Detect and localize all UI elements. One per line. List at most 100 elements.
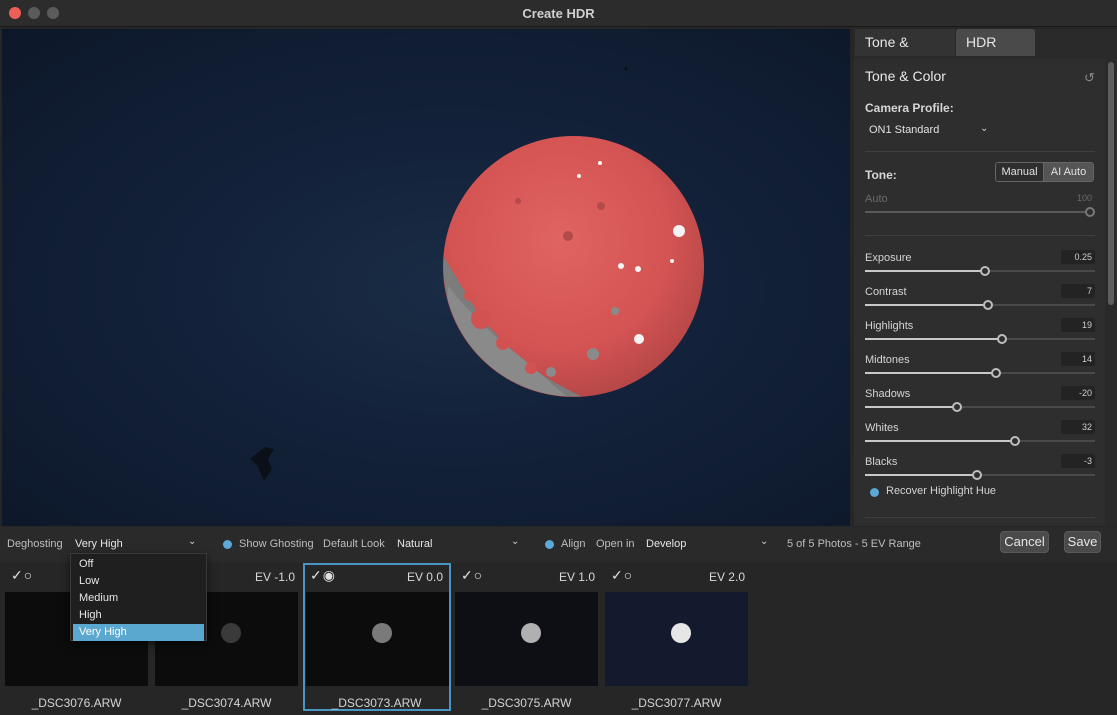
ev-label: EV 1.0 bbox=[558, 570, 595, 584]
slider-track bbox=[865, 300, 1095, 310]
chevron-down-icon[interactable]: ⌄ bbox=[188, 536, 196, 547]
slider-label: Midtones bbox=[865, 354, 910, 366]
slider-value: 100 bbox=[1076, 193, 1092, 203]
ev-label: EV 2.0 bbox=[708, 570, 745, 584]
slider-track bbox=[865, 436, 1095, 446]
slider-label: Highlights bbox=[865, 320, 914, 332]
hdr-preview[interactable] bbox=[2, 29, 850, 526]
tone-mode-toggle: Manual AI Auto bbox=[995, 162, 1094, 182]
tone-mode-ai-auto[interactable]: AI Auto bbox=[1044, 163, 1093, 181]
panel-scrollbar[interactable] bbox=[1107, 59, 1115, 526]
slider-knob[interactable] bbox=[971, 470, 982, 480]
auto-slider[interactable]: Auto 100 bbox=[865, 193, 1095, 225]
slider-value[interactable]: -20 bbox=[1061, 386, 1095, 400]
divider bbox=[865, 235, 1095, 236]
slider-knob[interactable] bbox=[991, 368, 1002, 378]
check-circle-icon[interactable]: ✓◉ bbox=[310, 567, 336, 584]
slider-track bbox=[865, 368, 1095, 378]
slider-fill bbox=[865, 270, 985, 272]
slider-value[interactable]: 19 bbox=[1061, 318, 1095, 332]
window-title: Create HDR bbox=[522, 6, 595, 21]
chevron-down-icon[interactable]: ⌄ bbox=[511, 536, 519, 547]
film-filename: _DSC3073.ARW bbox=[331, 696, 422, 710]
moon-thumbnail bbox=[372, 623, 392, 643]
menu-item-medium[interactable]: Medium bbox=[71, 590, 206, 607]
save-button[interactable]: Save bbox=[1064, 531, 1101, 553]
slider-track bbox=[865, 402, 1095, 412]
tab-hdr-look[interactable]: HDR Look bbox=[956, 29, 1035, 77]
slider-label: Whites bbox=[865, 422, 899, 434]
slider-contrast[interactable]: Contrast 7 bbox=[865, 284, 1095, 318]
slider-knob[interactable] bbox=[1009, 436, 1020, 446]
slider-fill bbox=[865, 372, 997, 374]
slider-value[interactable]: 14 bbox=[1061, 352, 1095, 366]
camera-profile-label: Camera Profile: bbox=[865, 101, 954, 115]
slider-track bbox=[865, 207, 1095, 217]
slider-whites[interactable]: Whites 32 bbox=[865, 420, 1095, 454]
slider-shadows[interactable]: Shadows -20 bbox=[865, 386, 1095, 420]
slider-highlights[interactable]: Highlights 19 bbox=[865, 318, 1095, 352]
slider-fill bbox=[865, 474, 977, 476]
tone-mode-manual[interactable]: Manual bbox=[996, 163, 1044, 181]
moon-thumbnail bbox=[521, 623, 541, 643]
show-ghosting-toggle[interactable] bbox=[223, 540, 232, 549]
moon-image bbox=[443, 136, 704, 397]
scrollbar-thumb[interactable] bbox=[1108, 62, 1114, 305]
slider-label: Shadows bbox=[865, 388, 911, 400]
ev-label: EV -1.0 bbox=[254, 570, 295, 584]
film-filename: _DSC3077.ARW bbox=[631, 696, 722, 710]
slider-exposure[interactable]: Exposure 0.25 bbox=[865, 250, 1095, 284]
film-filename: _DSC3074.ARW bbox=[181, 696, 272, 710]
check-circle-icon[interactable]: ✓○ bbox=[11, 567, 33, 584]
moon-thumbnail bbox=[221, 623, 241, 643]
slider-value[interactable]: -3 bbox=[1061, 454, 1095, 468]
show-ghosting-label: Show Ghosting bbox=[239, 538, 314, 550]
film-thumbnail bbox=[605, 592, 748, 686]
check-circle-icon[interactable]: ✓○ bbox=[611, 567, 633, 584]
menu-item-low[interactable]: Low bbox=[71, 573, 206, 590]
menu-item-very-high[interactable]: Very High bbox=[73, 624, 204, 641]
deghosting-select[interactable]: Very High bbox=[75, 538, 123, 550]
slider-label: Auto bbox=[865, 193, 888, 205]
slider-knob[interactable] bbox=[952, 402, 962, 412]
film-item[interactable]: ✓○ EV 1.0 _DSC3075.ARW bbox=[455, 563, 601, 713]
title-bar: Create HDR bbox=[0, 0, 1117, 27]
slider-fill bbox=[865, 211, 1095, 213]
slider-value[interactable]: 0.25 bbox=[1061, 250, 1095, 264]
camera-profile-value[interactable]: ON1 Standard bbox=[869, 124, 939, 136]
align-toggle[interactable] bbox=[545, 540, 554, 549]
cancel-button[interactable]: Cancel bbox=[1000, 531, 1049, 553]
ev-label: EV 0.0 bbox=[406, 570, 443, 584]
film-item-selected[interactable]: ✓◉ EV 0.0 _DSC3073.ARW bbox=[303, 563, 451, 711]
slider-midtones[interactable]: Midtones 14 bbox=[865, 352, 1095, 386]
film-item[interactable]: ✓○ EV 2.0 _DSC3077.ARW bbox=[605, 563, 751, 713]
recover-highlight-hue-label: Recover Highlight Hue bbox=[886, 485, 997, 497]
slider-value[interactable]: 32 bbox=[1061, 420, 1095, 434]
slider-blacks[interactable]: Blacks -3 bbox=[865, 454, 1095, 488]
slider-knob[interactable] bbox=[979, 266, 990, 276]
chevron-down-icon[interactable]: ⌄ bbox=[760, 536, 768, 547]
moon-ghost-overlay bbox=[443, 136, 704, 397]
slider-label: Exposure bbox=[865, 252, 912, 264]
slider-knob[interactable] bbox=[996, 334, 1007, 344]
slider-track bbox=[865, 266, 1095, 276]
slider-value[interactable]: 7 bbox=[1061, 284, 1095, 298]
film-thumbnail bbox=[306, 592, 449, 686]
reset-icon[interactable]: ↺ bbox=[1084, 70, 1095, 86]
slider-label: Blacks bbox=[865, 456, 898, 468]
menu-item-high[interactable]: High bbox=[71, 607, 206, 624]
adjustments-panel: Tone & Color HDR Look Tone & Color ↺ Cam… bbox=[854, 29, 1117, 526]
recover-highlight-hue-toggle[interactable] bbox=[870, 488, 879, 497]
default-look-select[interactable]: Natural bbox=[397, 538, 432, 550]
deghosting-label: Deghosting bbox=[7, 538, 63, 550]
slider-track bbox=[865, 470, 1095, 480]
check-circle-icon[interactable]: ✓○ bbox=[461, 567, 483, 584]
slider-fill bbox=[865, 338, 1002, 340]
slider-knob[interactable] bbox=[983, 300, 994, 310]
chevron-down-icon[interactable]: ⌄ bbox=[980, 123, 988, 134]
slider-knob[interactable] bbox=[1085, 207, 1095, 217]
slider-track bbox=[865, 334, 1095, 344]
menu-item-off[interactable]: Off bbox=[71, 556, 206, 573]
tab-tone-color[interactable]: Tone & Color bbox=[855, 29, 955, 77]
open-in-select[interactable]: Develop bbox=[646, 538, 686, 550]
